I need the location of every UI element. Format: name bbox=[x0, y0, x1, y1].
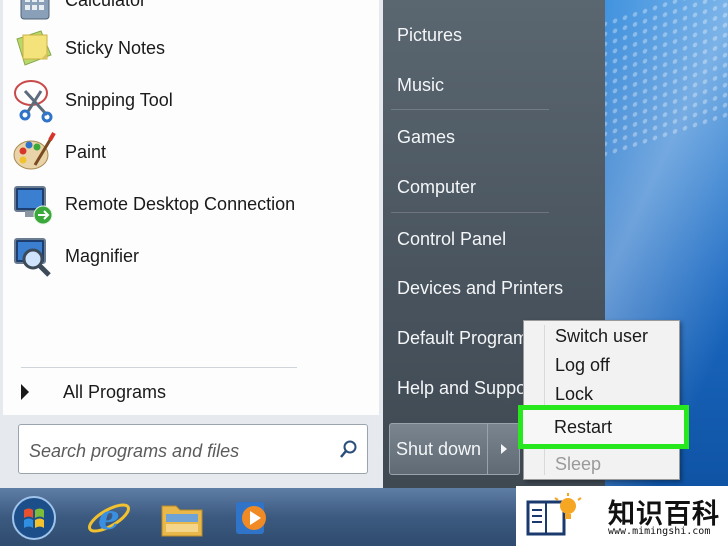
place-item-control-panel[interactable]: Control Panel bbox=[397, 224, 506, 254]
play-arrow-icon bbox=[21, 384, 29, 400]
program-label: Paint bbox=[65, 141, 107, 162]
place-item-music[interactable]: Music bbox=[397, 70, 444, 100]
watermark-url: www.mimingshi.com bbox=[608, 526, 711, 537]
search-icon[interactable] bbox=[339, 439, 359, 459]
menu-item-restart[interactable]: Restart bbox=[554, 414, 612, 440]
snipping-tool-icon bbox=[11, 77, 57, 123]
folder-icon[interactable] bbox=[158, 494, 206, 542]
shutdown-button[interactable]: Shut down bbox=[389, 423, 488, 475]
place-item-help-support[interactable]: Help and Support bbox=[397, 373, 537, 403]
menu-item-restart-highlight[interactable]: Restart bbox=[518, 405, 689, 449]
wallpaper-pattern bbox=[600, 0, 728, 161]
windows-start-icon[interactable] bbox=[10, 494, 58, 542]
start-menu: Calculator Sticky Notes bbox=[0, 0, 605, 488]
place-item-pictures[interactable]: Pictures bbox=[397, 20, 462, 50]
menu-item-sleep: Sleep bbox=[555, 453, 602, 474]
all-programs-button[interactable]: All Programs bbox=[21, 378, 166, 406]
program-item-sticky-notes[interactable]: Sticky Notes bbox=[11, 24, 371, 72]
svg-text:e: e bbox=[98, 498, 120, 538]
start-menu-left-pane: Calculator Sticky Notes bbox=[0, 0, 384, 488]
place-item-default-programs[interactable]: Default Programs bbox=[397, 323, 537, 353]
magnifier-icon bbox=[11, 233, 57, 279]
place-item-games[interactable]: Games bbox=[397, 122, 455, 152]
program-item-paint[interactable]: Paint bbox=[11, 128, 371, 176]
program-label: Calculator bbox=[65, 0, 146, 11]
all-programs-label: All Programs bbox=[63, 381, 167, 402]
book-lightbulb-logo-icon bbox=[526, 493, 582, 536]
search-input[interactable] bbox=[27, 437, 331, 465]
power-options-menu: Switch user Log off Lock Sleep bbox=[523, 320, 680, 480]
menu-item-switch-user[interactable]: Switch user bbox=[555, 323, 648, 349]
menu-item-lock[interactable]: Lock bbox=[555, 381, 593, 407]
program-label: Snipping Tool bbox=[65, 89, 173, 110]
program-label: Remote Desktop Connection bbox=[65, 193, 296, 214]
places-divider bbox=[391, 212, 549, 213]
program-item-remote-desktop[interactable]: Remote Desktop Connection bbox=[11, 180, 371, 228]
program-label: Sticky Notes bbox=[65, 37, 166, 58]
media-player-icon[interactable] bbox=[230, 494, 278, 542]
shutdown-options-button[interactable] bbox=[488, 423, 520, 475]
program-list: Calculator Sticky Notes bbox=[3, 0, 379, 415]
program-list-divider bbox=[21, 367, 297, 368]
places-divider bbox=[391, 109, 549, 110]
calculator-icon bbox=[11, 0, 57, 23]
chevron-right-icon bbox=[500, 444, 507, 454]
search-box[interactable] bbox=[18, 424, 368, 474]
menu-item-log-off[interactable]: Log off bbox=[555, 352, 610, 378]
remote-desktop-icon bbox=[11, 181, 57, 227]
watermark: 知识百科 www.mimingshi.com bbox=[516, 486, 728, 546]
program-item-magnifier[interactable]: Magnifier bbox=[11, 232, 371, 280]
sticky-notes-icon bbox=[11, 25, 57, 71]
place-item-devices-printers[interactable]: Devices and Printers bbox=[397, 273, 563, 303]
program-label: Magnifier bbox=[65, 245, 140, 266]
program-item-snipping-tool[interactable]: Snipping Tool bbox=[11, 76, 371, 124]
program-item-calculator[interactable]: Calculator bbox=[11, 0, 371, 24]
internet-explorer-icon[interactable]: e bbox=[85, 494, 133, 542]
paint-icon bbox=[11, 129, 57, 175]
place-item-computer[interactable]: Computer bbox=[397, 172, 476, 202]
